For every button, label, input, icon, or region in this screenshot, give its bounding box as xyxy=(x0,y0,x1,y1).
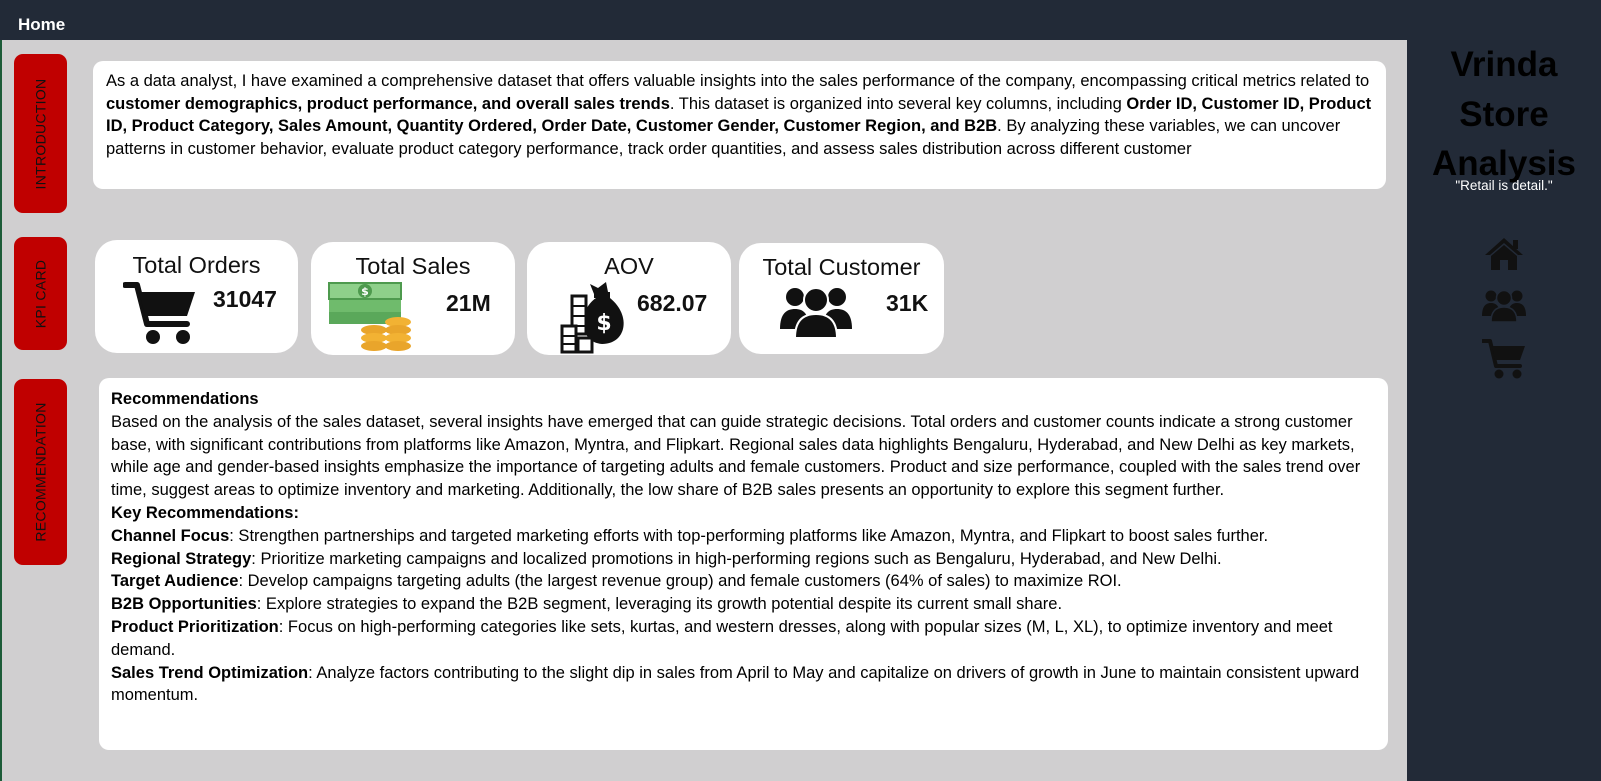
kpi-card-total-orders: Total Orders 31047 xyxy=(95,240,298,353)
shopping-cart-icon xyxy=(1482,339,1525,379)
intro-bold-part: customer demographics, product performan… xyxy=(106,94,670,113)
money-bag-icon: $ xyxy=(560,282,624,354)
shopping-cart-icon xyxy=(123,282,195,344)
recommendation-item: Target Audience: Develop campaigns targe… xyxy=(111,570,1376,593)
kpi-title: Total Sales xyxy=(355,253,471,279)
introduction-label-text: INTRODUCTION xyxy=(32,78,49,189)
brand-line: Store xyxy=(1459,94,1549,134)
recommendation-item: B2B Opportunities: Explore strategies to… xyxy=(111,593,1376,616)
introduction-text: As a data analyst, I have examined a com… xyxy=(106,70,1373,160)
left-edge-accent xyxy=(0,40,2,781)
recommendations-panel: Recommendations Based on the analysis of… xyxy=(99,378,1388,750)
recommendations-heading-text: Recommendations xyxy=(111,390,259,408)
recommendation-label-text: RECOMMENDATION xyxy=(32,402,49,542)
intro-text-part: As a data analyst, I have examined a com… xyxy=(106,72,1370,90)
recommendation-title: Target Audience xyxy=(111,572,239,591)
recommendation-title: Channel Focus xyxy=(111,526,230,545)
sidebar: Vrinda Store Analysis "Retail is detail.… xyxy=(1407,40,1601,781)
recommendation-section-label: RECOMMENDATION xyxy=(14,379,67,565)
kpi-card-total-sales: Total Sales $ 21M xyxy=(311,242,515,355)
svg-text:$: $ xyxy=(596,311,611,336)
kpi-value: 31K xyxy=(886,290,929,316)
recommendation-text: : Strengthen partnerships and targeted m… xyxy=(229,526,1269,545)
key-recommendations-heading-text: Key Recommendations: xyxy=(111,503,299,522)
introduction-panel: As a data analyst, I have examined a com… xyxy=(93,61,1386,189)
nav-home[interactable] xyxy=(1407,236,1601,272)
svg-text:$: $ xyxy=(361,285,369,298)
kpi-card-aov: AOV $ 682.07 xyxy=(527,242,731,355)
recommendation-title: Sales Trend Optimization xyxy=(111,663,309,682)
nav-orders[interactable] xyxy=(1407,338,1601,380)
tagline: "Retail is detail." xyxy=(1455,178,1553,193)
recommendation-title: Product Prioritization xyxy=(111,617,279,636)
recommendation-text: : Focus on high-performing categories li… xyxy=(111,617,1333,659)
money-stack-icon: $ xyxy=(328,282,411,351)
intro-text-part: . This dataset is organized into several… xyxy=(669,94,1127,113)
recommendation-text: : Prioritize marketing campaigns and loc… xyxy=(251,549,1222,568)
recommendation-title: Regional Strategy xyxy=(111,549,252,568)
kpi-title: Total Orders xyxy=(132,252,261,278)
introduction-section-label: INTRODUCTION xyxy=(14,54,67,213)
recommendation-item: Sales Trend Optimization: Analyze factor… xyxy=(111,662,1376,708)
kpi-value: 31047 xyxy=(213,286,277,312)
home-icon xyxy=(1485,238,1523,270)
recommendation-text: : Develop campaigns targeting adults (th… xyxy=(238,572,1122,591)
kpi-label-text: KPI CARD xyxy=(32,259,49,328)
kpi-section-label: KPI CARD xyxy=(14,237,67,350)
home-tab[interactable]: Home xyxy=(18,15,65,35)
nav-customers[interactable] xyxy=(1407,287,1601,323)
top-bar: Home xyxy=(0,0,1601,40)
recommendation-item: Channel Focus: Strengthen partnerships a… xyxy=(111,525,1376,548)
recommendation-item: Product Prioritization: Focus on high-pe… xyxy=(111,616,1376,662)
kpi-value: 21M xyxy=(446,290,491,316)
recommendation-title: B2B Opportunities xyxy=(111,595,257,614)
kpi-value: 682.07 xyxy=(637,290,708,316)
key-recommendations-heading: Key Recommendations: xyxy=(111,502,1376,525)
recommendation-item: Regional Strategy: Prioritize marketing … xyxy=(111,548,1376,571)
kpi-card-total-customer: Total Customer 31K xyxy=(739,243,944,354)
users-icon xyxy=(780,287,852,339)
kpi-title: AOV xyxy=(604,253,654,279)
brand-title: Vrinda Store Analysis xyxy=(1407,40,1601,189)
kpi-title: Total Customer xyxy=(762,254,921,280)
recommendations-heading: Recommendations xyxy=(111,388,1376,411)
users-icon xyxy=(1482,289,1526,323)
recommendations-summary: Based on the analysis of the sales datas… xyxy=(111,412,1361,500)
brand-line: Vrinda xyxy=(1450,45,1558,84)
recommendation-text: : Explore strategies to expand the B2B s… xyxy=(256,595,1063,614)
